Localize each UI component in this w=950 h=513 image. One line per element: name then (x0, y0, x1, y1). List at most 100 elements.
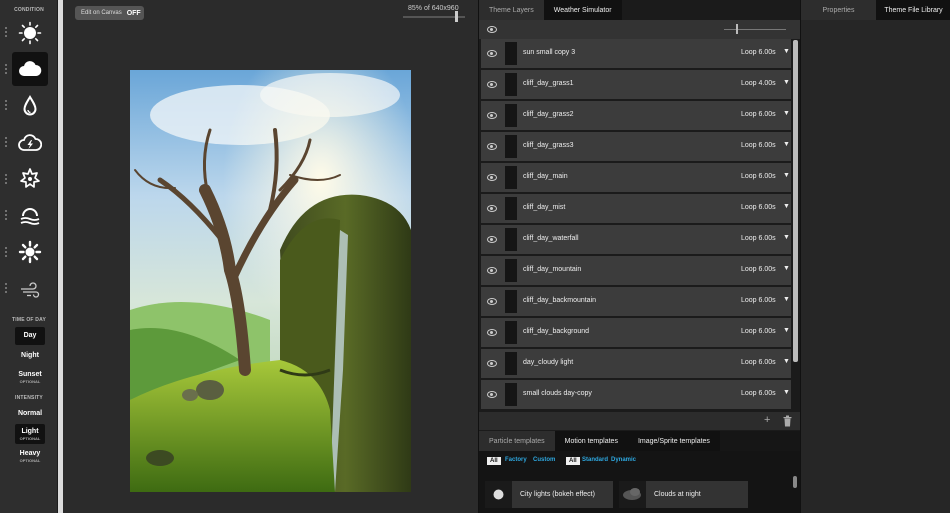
dropdown-arrow-icon[interactable]: ▼ (783, 234, 790, 241)
condition-title: CONDITION (14, 7, 44, 13)
timeline-slider-track[interactable] (724, 29, 786, 30)
eye-icon[interactable] (487, 329, 497, 336)
app-window: CONDITION TIME OF DAY Day Night Sunset O… (0, 0, 950, 513)
layer-row[interactable]: cliff_day_main Loop 6.00s ▼ (481, 163, 791, 192)
eye-icon[interactable] (487, 298, 497, 305)
eye-icon[interactable] (487, 112, 497, 119)
filter-standard[interactable]: Standard (582, 457, 608, 463)
condition-snow-button[interactable] (12, 162, 48, 196)
zoom-slider-thumb[interactable] (455, 11, 458, 22)
layer-name: cliff_day_waterfall (523, 235, 579, 242)
tab-theme-file-library[interactable]: Theme File Library (876, 0, 950, 20)
layer-name: day_cloudy light (523, 359, 574, 366)
intensity-normal-option[interactable]: Normal (15, 405, 45, 423)
condition-fog-button[interactable] (12, 198, 48, 232)
condition-rain-button[interactable] (12, 89, 48, 123)
layer-list-scrollbar[interactable] (793, 40, 798, 362)
dropdown-arrow-icon[interactable]: ▼ (783, 389, 790, 396)
layer-name: cliff_day_background (523, 328, 590, 335)
template-card[interactable]: City lights (bokeh effect) (485, 481, 613, 508)
drag-handle-icon[interactable] (5, 247, 8, 257)
layer-name: sun small copy 3 (523, 49, 576, 56)
layer-row[interactable]: cliff_day_waterfall Loop 6.00s ▼ (481, 225, 791, 254)
eye-icon[interactable] (487, 81, 497, 88)
layer-loop: Loop 6.00s (741, 390, 776, 397)
filter-all-type[interactable]: All (566, 457, 580, 465)
eye-icon[interactable] (487, 360, 497, 367)
time-sunset-option[interactable]: Sunset OPTIONAL (15, 367, 45, 387)
intensity-light-option[interactable]: Light OPTIONAL (15, 424, 45, 444)
eye-icon[interactable] (487, 174, 497, 181)
tab-motion-templates[interactable]: Motion templates (554, 431, 628, 451)
add-layer-button[interactable]: + (764, 414, 770, 426)
time-day-option[interactable]: Day (15, 327, 45, 345)
dropdown-arrow-icon[interactable]: ▼ (783, 141, 790, 148)
template-scrollbar[interactable] (793, 476, 797, 488)
layer-row[interactable]: cliff_day_backmountain Loop 6.00s ▼ (481, 287, 791, 316)
layer-name: cliff_day_main (523, 173, 568, 180)
tab-theme-layers[interactable]: Theme Layers (479, 0, 544, 20)
layer-row[interactable]: day_cloudy light Loop 6.00s ▼ (481, 349, 791, 378)
filter-all-source[interactable]: All (487, 457, 501, 465)
condition-cloud-button[interactable] (12, 52, 48, 86)
layer-row[interactable]: cliff_day_grass1 Loop 4.00s ▼ (481, 70, 791, 99)
drag-handle-icon[interactable] (5, 100, 8, 110)
filter-factory[interactable]: Factory (505, 457, 527, 463)
dropdown-arrow-icon[interactable]: ▼ (783, 110, 790, 117)
drag-handle-icon[interactable] (5, 283, 8, 293)
condition-bright-button[interactable] (12, 235, 48, 269)
layer-thumbnail (505, 166, 517, 189)
layer-name: cliff_day_mountain (523, 266, 582, 273)
filter-custom[interactable]: Custom (533, 457, 555, 463)
tab-image-sprite-templates[interactable]: Image/Sprite templates (627, 431, 720, 451)
eye-icon[interactable] (487, 26, 497, 33)
eye-icon[interactable] (487, 143, 497, 150)
dropdown-arrow-icon[interactable]: ▼ (783, 265, 790, 272)
trash-icon[interactable] (783, 415, 792, 427)
layer-row[interactable]: small clouds day-copy Loop 6.00s ▼ (481, 380, 791, 409)
layer-loop: Loop 6.00s (741, 235, 776, 242)
edit-on-canvas-toggle[interactable]: Edit on Canvas OFF (75, 6, 144, 20)
condition-wind-button[interactable] (12, 272, 48, 306)
dropdown-arrow-icon[interactable]: ▼ (783, 327, 790, 334)
layer-row[interactable]: cliff_day_grass3 Loop 6.00s ▼ (481, 132, 791, 161)
drag-handle-icon[interactable] (5, 27, 8, 37)
edit-on-canvas-label: Edit on Canvas (81, 10, 122, 16)
template-card[interactable]: Clouds at night (619, 481, 748, 508)
dropdown-arrow-icon[interactable]: ▼ (783, 48, 790, 55)
eye-icon[interactable] (487, 391, 497, 398)
eye-icon[interactable] (487, 236, 497, 243)
time-day-label: Day (23, 332, 37, 339)
drag-handle-icon[interactable] (5, 174, 8, 184)
eye-icon[interactable] (487, 205, 497, 212)
dropdown-arrow-icon[interactable]: ▼ (783, 358, 790, 365)
layer-row[interactable]: cliff_day_mist Loop 6.00s ▼ (481, 194, 791, 223)
layer-row[interactable]: cliff_day_grass2 Loop 6.00s ▼ (481, 101, 791, 130)
theme-preview-image[interactable] (130, 70, 411, 492)
timeline-slider-thumb[interactable] (736, 24, 738, 34)
eye-icon[interactable] (487, 267, 497, 274)
theme-layers-panel: Theme Layers Weather Simulator sun small… (478, 0, 801, 513)
condition-storm-button[interactable] (12, 126, 48, 160)
dropdown-arrow-icon[interactable]: ▼ (783, 296, 790, 303)
intensity-heavy-option[interactable]: Heavy OPTIONAL (15, 446, 45, 466)
condition-sun-button[interactable] (12, 16, 48, 50)
tab-particle-templates[interactable]: Particle templates (479, 431, 555, 451)
eye-icon[interactable] (487, 50, 497, 57)
dropdown-arrow-icon[interactable]: ▼ (783, 172, 790, 179)
layer-row[interactable]: cliff_day_mountain Loop 6.00s ▼ (481, 256, 791, 285)
dropdown-arrow-icon[interactable]: ▼ (783, 79, 790, 86)
tab-weather-simulator[interactable]: Weather Simulator (543, 0, 622, 20)
tab-properties[interactable]: Properties (801, 0, 876, 20)
layer-row[interactable]: sun small copy 3 Loop 6.00s ▼ (481, 39, 791, 68)
drag-handle-icon[interactable] (5, 64, 8, 74)
layer-loop: Loop 6.00s (741, 111, 776, 118)
dropdown-arrow-icon[interactable]: ▼ (783, 203, 790, 210)
drag-handle-icon[interactable] (5, 137, 8, 147)
intensity-normal-label: Normal (17, 410, 43, 417)
layer-list: sun small copy 3 Loop 6.00s ▼ cliff_day_… (479, 39, 793, 411)
filter-dynamic[interactable]: Dynamic (611, 457, 636, 463)
layer-row[interactable]: cliff_day_background Loop 6.00s ▼ (481, 318, 791, 347)
time-night-option[interactable]: Night (15, 347, 45, 365)
drag-handle-icon[interactable] (5, 210, 8, 220)
